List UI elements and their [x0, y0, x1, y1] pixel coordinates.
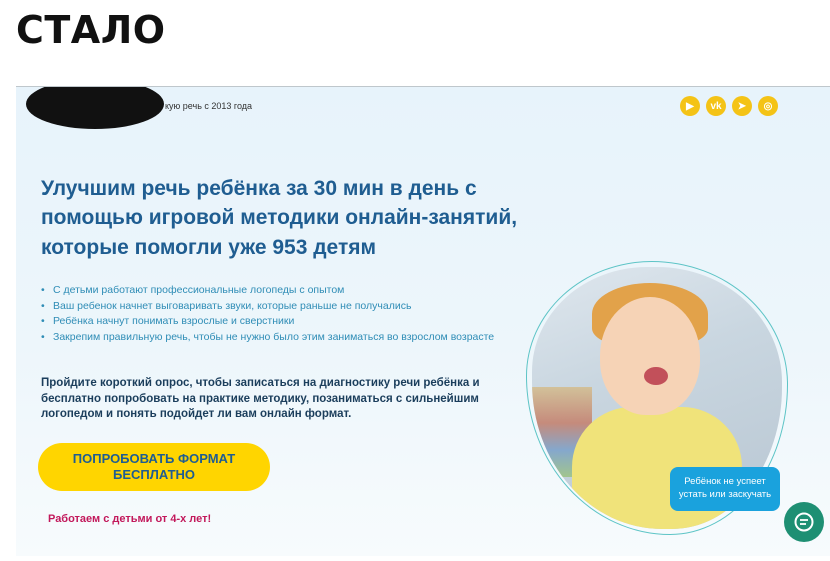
vk-icon[interactable]: vk [706, 96, 726, 116]
social-links: ▶ vk ➤ ◎ [680, 96, 778, 116]
benefits-list: С детьми работают профессиональные логоп… [41, 283, 511, 345]
landing-page-screenshot: кую речь с 2013 года ▶ vk ➤ ◎ Улучшим ре… [16, 86, 830, 556]
age-note: Работаем с детьми от 4-х лет! [48, 513, 212, 525]
benefit-item: Закрепим правильную речь, чтобы не нужно… [41, 330, 511, 346]
try-free-button[interactable]: ПОПРОБОВАТЬ ФОРМАТ БЕСПЛАТНО [38, 443, 270, 491]
telegram-icon[interactable]: ➤ [732, 96, 752, 116]
benefit-item: Ваш ребенок начнет выговаривать звуки, к… [41, 299, 511, 315]
header-tagline: кую речь с 2013 года [165, 101, 253, 111]
caption-label: СТАЛО [16, 8, 166, 52]
youtube-icon[interactable]: ▶ [680, 96, 700, 116]
redacted-logo [26, 87, 164, 129]
instagram-icon[interactable]: ◎ [758, 96, 778, 116]
benefit-item: Ребёнка начнут понимать взрослые и сверс… [41, 314, 511, 330]
chat-button[interactable] [784, 502, 824, 542]
photo-caption-bubble: Ребёнок не успеет устать или заскучать [670, 467, 780, 511]
benefit-item: С детьми работают профессиональные логоп… [41, 283, 511, 299]
cta-description: Пройдите короткий опрос, чтобы записатьс… [41, 377, 480, 420]
chat-icon [794, 512, 814, 532]
hero-headline: Улучшим речь ребёнка за 30 мин в день с … [41, 177, 518, 259]
